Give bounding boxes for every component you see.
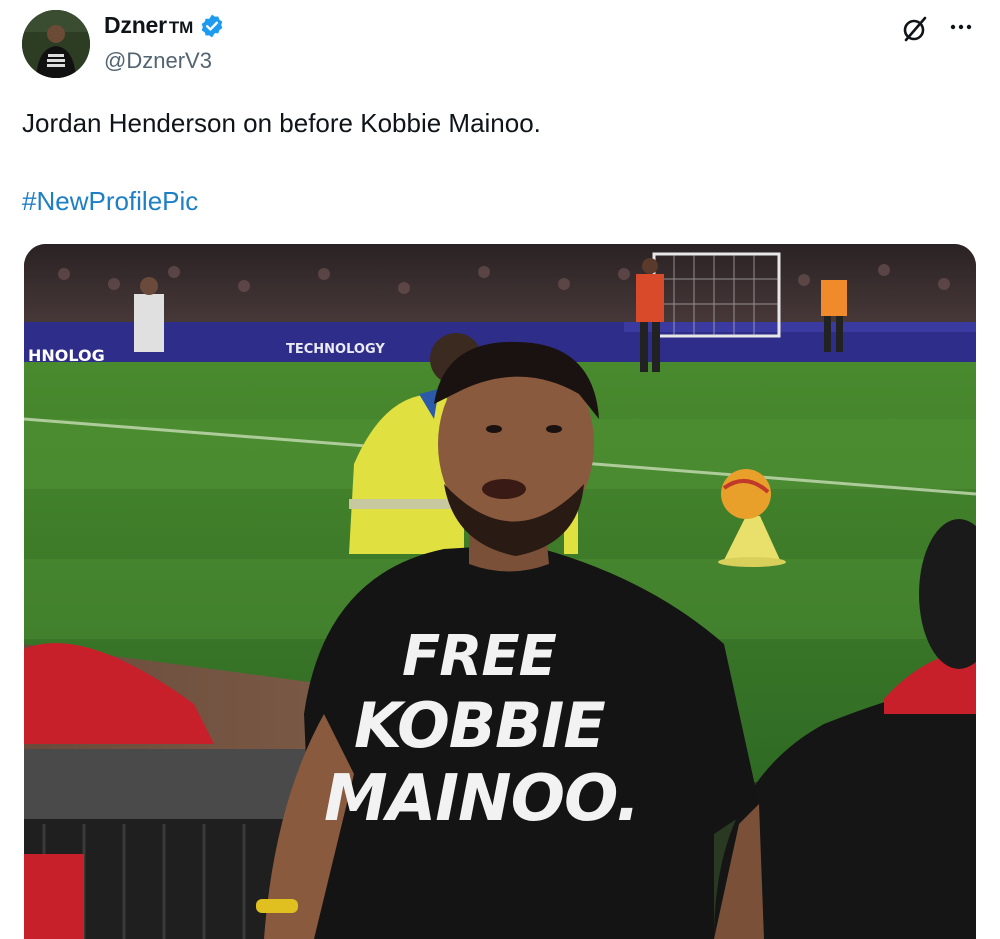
- shirt-line-3: MAINOO.: [324, 762, 640, 836]
- board-text-left: HNOLOG: [28, 346, 105, 365]
- author-name-row[interactable]: Dzner TM: [104, 12, 225, 39]
- shirt-line-2: KOBBIE: [354, 689, 606, 762]
- hashtag-link[interactable]: #NewProfilePic: [22, 186, 198, 217]
- grok-icon[interactable]: [900, 14, 930, 44]
- post-media-image[interactable]: HNOLOG TECHNOLOGY FREE KOBBIE MAINOO.: [24, 244, 976, 939]
- avatar-image: [22, 10, 90, 78]
- tm-suffix: TM: [168, 18, 194, 37]
- verified-badge-icon: [199, 13, 225, 39]
- board-text-mid: TECHNOLOGY: [286, 342, 385, 357]
- more-options-icon[interactable]: [946, 14, 976, 44]
- author-display-name[interactable]: Dzner TM: [104, 12, 193, 39]
- shirt-line-1: FREE: [402, 624, 557, 689]
- author-handle[interactable]: @DznerV3: [104, 48, 212, 74]
- author-avatar[interactable]: [22, 10, 90, 78]
- post-text: Jordan Henderson on before Kobbie Mainoo…: [22, 108, 541, 138]
